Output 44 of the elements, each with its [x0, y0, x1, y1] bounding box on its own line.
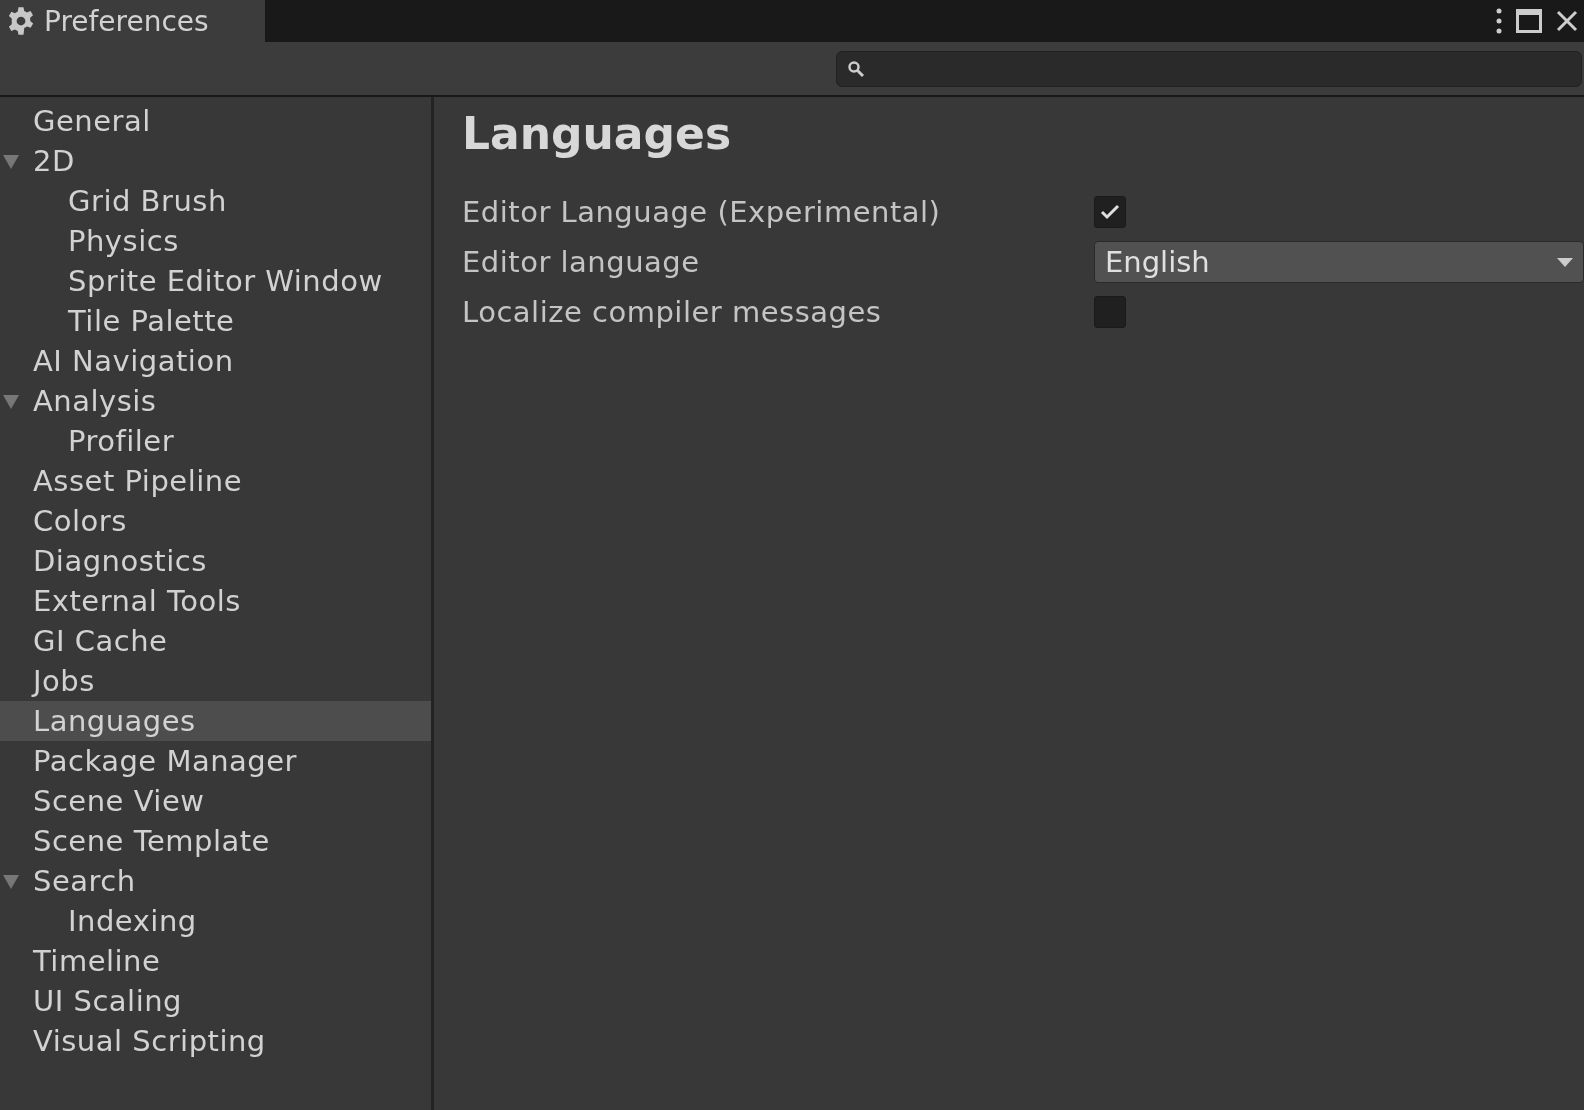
setting-label: Editor language [462, 245, 701, 279]
sidebar-item[interactable]: AI Navigation [0, 341, 431, 381]
setting-label: Localize compiler messages [462, 295, 883, 329]
sidebar-item[interactable]: Scene Template [0, 821, 431, 861]
language-dropdown[interactable]: English [1094, 241, 1584, 283]
more-options-icon[interactable] [1496, 8, 1502, 34]
sidebar-item[interactable]: Grid Brush [0, 181, 431, 221]
sidebar-item[interactable]: Physics [0, 221, 431, 261]
setting-label: Editor Language (Experimental) [462, 195, 942, 229]
gear-icon [6, 6, 36, 36]
sidebar-item[interactable]: Scene View [0, 781, 431, 821]
maximize-icon[interactable] [1516, 9, 1542, 33]
sidebar-item[interactable]: Languages [0, 701, 431, 741]
sidebar-item[interactable]: Analysis [0, 381, 431, 421]
sidebar-item[interactable]: Diagnostics [0, 541, 431, 581]
checkbox[interactable] [1094, 196, 1126, 228]
sidebar-item[interactable]: GI Cache [0, 621, 431, 661]
sidebar-item[interactable]: External Tools [0, 581, 431, 621]
expanded-arrow-icon[interactable] [3, 395, 19, 409]
sidebar-item[interactable]: Colors [0, 501, 431, 541]
sidebar-item[interactable]: Jobs [0, 661, 431, 701]
sidebar-item[interactable]: Sprite Editor Window [0, 261, 431, 301]
sidebar-item[interactable]: Package Manager [0, 741, 431, 781]
close-icon[interactable] [1556, 10, 1578, 32]
search-field[interactable] [836, 50, 1582, 87]
sidebar-item[interactable]: Profiler [0, 421, 431, 461]
sidebar-item[interactable]: Timeline [0, 941, 431, 981]
sidebar-item[interactable]: Search [0, 861, 431, 901]
window-title: Preferences [44, 4, 209, 38]
sidebar-item[interactable]: Indexing [0, 901, 431, 941]
sidebar-item[interactable]: Tile Palette [0, 301, 431, 341]
check-icon [1100, 204, 1120, 220]
search-icon [847, 59, 865, 78]
sidebar-item[interactable]: Visual Scripting [0, 1021, 431, 1061]
expanded-arrow-icon[interactable] [3, 155, 19, 169]
sidebar-item[interactable]: UI Scaling [0, 981, 431, 1021]
panel-heading: Languages [462, 107, 732, 161]
sidebar-item[interactable]: 2D [0, 141, 431, 181]
expanded-arrow-icon[interactable] [3, 875, 19, 889]
sidebar-item[interactable]: General [0, 101, 431, 141]
checkbox[interactable] [1094, 296, 1126, 328]
sidebar-item[interactable]: Asset Pipeline [0, 461, 431, 501]
window-tab[interactable]: Preferences [0, 0, 265, 42]
caret-icon [1557, 257, 1573, 267]
